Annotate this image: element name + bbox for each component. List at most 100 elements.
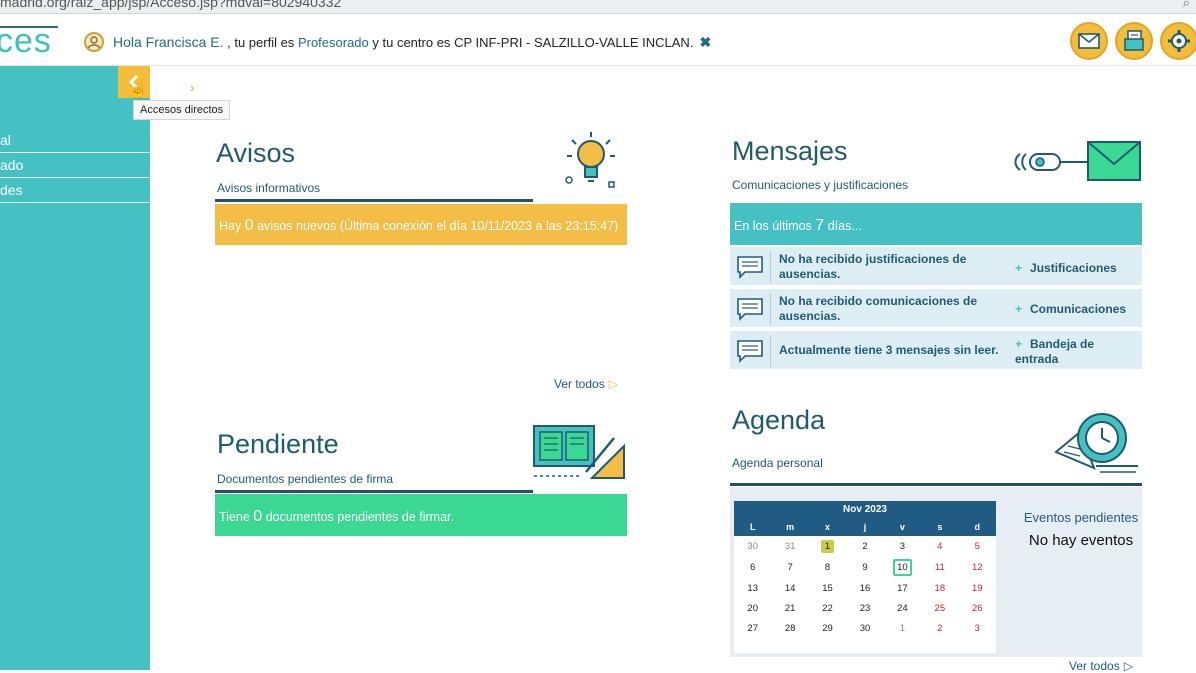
settings-button[interactable] [1160, 22, 1196, 60]
calendar-day[interactable]: 11 [921, 562, 958, 573]
avisos-ver-todos-link[interactable]: Ver todos ▷ [554, 377, 618, 391]
calendar-day[interactable]: 26 [959, 603, 996, 614]
sidebar-toggle-tooltip: Accesos directos [133, 100, 231, 120]
greeting-name: Hola Francisca E. [113, 34, 224, 50]
comunicaciones-link[interactable]: + Comunicaciones [1015, 302, 1135, 317]
mensajes-row: No ha recibido justificaciones de ausenc… [730, 247, 1142, 287]
calendar-day[interactable]: 2 [846, 541, 883, 552]
sidebar-item-1[interactable]: al [0, 128, 150, 153]
avisos-prefix: Hay [219, 219, 242, 233]
justificaciones-link[interactable]: + Justificaciones [1015, 261, 1135, 276]
calendar-day[interactable]: 28 [771, 623, 808, 634]
weekday-label: j [863, 522, 867, 532]
bandeja-entrada-link[interactable]: + Bandeja de entrada [1015, 337, 1135, 367]
lightbulb-icon [565, 132, 615, 188]
bandeja-entrada-label: Bandeja de entrada [1015, 337, 1095, 366]
weekday-label: v [899, 522, 905, 532]
documents-button[interactable] [1115, 22, 1153, 60]
avisos-subtitle: Avisos informativos [217, 181, 321, 195]
avisos-rule [215, 199, 533, 202]
calendar-day[interactable]: 9 [846, 562, 883, 573]
address-url[interactable]: madrid.org/raiz_app/jsp/Acceso.jsp?mdval… [0, 0, 341, 10]
hand-cursor-icon: ☝ [128, 82, 148, 99]
mensajes-row: Actualmente tiene 3 mensajes sin leer. +… [730, 331, 1142, 371]
agenda-ver-todos-label: Ver todos [1069, 659, 1120, 673]
book-ruler-icon [533, 425, 625, 479]
browser-address-bar[interactable]: madrid.org/raiz_app/jsp/Acceso.jsp?mdval… [0, 0, 1196, 14]
unread-messages-text: Actualmente tiene 3 mensajes sin leer. [779, 343, 999, 357]
play-arrow-icon: ▷ [1123, 659, 1133, 673]
search-icon[interactable]: ⌕ [1183, 0, 1190, 11]
calendar-day[interactable]: 16 [846, 583, 883, 594]
agenda-rule [730, 483, 1142, 486]
calendar-day[interactable]: 21 [771, 603, 808, 614]
calendar-day-cell[interactable]: 10 [884, 558, 921, 576]
calendar-day-cell[interactable]: 1 [809, 539, 846, 553]
calendar-day-today[interactable]: 10 [893, 558, 912, 576]
documents-icon [1124, 30, 1144, 51]
mensajes-title: Mensajes [732, 136, 848, 166]
calendar-day[interactable]: 27 [734, 623, 771, 634]
calendar-day[interactable]: 30 [734, 541, 771, 552]
sidebar-item-3[interactable]: des [0, 178, 150, 203]
calendar-week-row: 27 28 29 30 1 2 3 [734, 618, 996, 638]
calendar-week-row: 13 14 15 16 17 18 19 [734, 578, 996, 598]
weekday-label: d [974, 522, 980, 532]
greeting-center-label: y tu centro es [372, 34, 451, 50]
expand-chevron-icon[interactable]: › [190, 80, 194, 95]
mensajes-prefix: En los últimos [734, 219, 812, 233]
weekday-label: s [937, 522, 943, 532]
pendiente-status-bar: Tiene 0 documentos pendientes de firmar. [215, 494, 627, 536]
avisos-count: 0 [244, 217, 254, 234]
plus-icon: + [1015, 337, 1023, 351]
calendar-week-row: 30 31 1 2 3 4 5 [734, 536, 996, 556]
app-logo[interactable]: ces [0, 22, 52, 61]
calendar-day[interactable]: 3 [884, 541, 921, 552]
calendar-day[interactable]: 15 [809, 583, 846, 594]
avisos-ver-todos-label: Ver todos [554, 377, 605, 391]
calendar-day[interactable]: 14 [771, 583, 808, 594]
calendar-day-highlighted[interactable]: 1 [820, 539, 835, 553]
mensajes-subtitle: Comunicaciones y justificaciones [732, 178, 909, 192]
weekday-label: L [749, 522, 756, 532]
calendar-day[interactable]: 31 [771, 541, 808, 552]
calendar-day[interactable]: 8 [809, 562, 846, 573]
calendar-day[interactable]: 13 [734, 583, 771, 594]
calendar-day[interactable]: 22 [809, 603, 846, 614]
agenda-ver-todos-link[interactable]: Ver todos ▷ [1069, 659, 1133, 673]
row-divider [770, 335, 771, 367]
pending-events: Eventos pendientes No hay eventos [1016, 509, 1146, 549]
calendar-week-row: 6 7 8 9 10 11 12 [734, 556, 996, 578]
mensajes-suffix: días... [827, 219, 862, 233]
calendar-widget[interactable]: Nov 2023 L m x j v s d 30 31 1 2 3 4 5 6… [734, 501, 996, 653]
calendar-day[interactable]: 23 [846, 603, 883, 614]
calendar-day[interactable]: 17 [884, 583, 921, 594]
calendar-day[interactable]: 4 [921, 541, 958, 552]
calendar-day[interactable]: 3 [959, 623, 996, 634]
pendiente-count: 0 [253, 508, 263, 525]
avisos-status-bar: Hay 0 avisos nuevos (Última conexión el … [215, 204, 627, 245]
envelope-icon [1014, 141, 1141, 181]
calendar-day[interactable]: 7 [771, 562, 808, 573]
pendiente-rule [215, 490, 533, 493]
calendar-day[interactable]: 5 [959, 541, 996, 552]
user-greeting: Hola Francisca E. , tu perfil es Profeso… [84, 32, 711, 52]
plus-icon: + [1015, 302, 1023, 316]
calendar-day[interactable]: 19 [959, 583, 996, 594]
close-icon[interactable]: ✖ [699, 34, 711, 51]
calendar-day[interactable]: 25 [921, 603, 958, 614]
calendar-day[interactable]: 6 [734, 562, 771, 573]
calendar-month-label[interactable]: Nov 2023 [734, 501, 996, 518]
calendar-day[interactable]: 12 [959, 562, 996, 573]
profile-link[interactable]: Profesorado [298, 35, 369, 50]
calendar-day[interactable]: 29 [809, 623, 846, 634]
calendar-day[interactable]: 24 [884, 603, 921, 614]
calendar-day[interactable]: 1 [884, 623, 921, 634]
calendar-day[interactable]: 18 [921, 583, 958, 594]
sidebar-item-2[interactable]: ado [0, 153, 150, 178]
calendar-day[interactable]: 20 [734, 603, 771, 614]
center-name: CP INF-PRI - SALZILLO-VALLE INCLAN. [454, 34, 694, 50]
mail-button[interactable] [1070, 22, 1108, 60]
calendar-day[interactable]: 30 [846, 623, 883, 634]
calendar-day[interactable]: 2 [921, 623, 958, 634]
